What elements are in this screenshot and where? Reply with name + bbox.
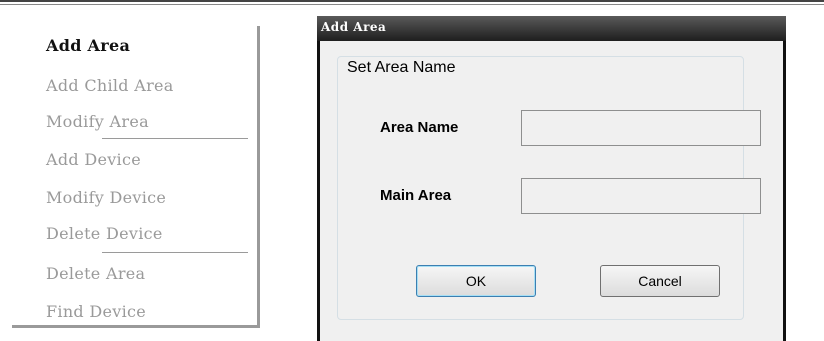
cancel-button[interactable]: Cancel	[600, 265, 720, 297]
menu-item-add-child-area: Add Child Area	[46, 76, 174, 95]
top-border-line	[0, 0, 824, 5]
menu-separator	[102, 138, 248, 140]
menu-item-modify-device: Modify Device	[46, 188, 167, 207]
main-area-label: Main Area	[380, 187, 452, 204]
menu-item-add-area[interactable]: Add Area	[46, 36, 130, 55]
menu-item-modify-area: Modify Area	[46, 112, 149, 131]
main-area-field[interactable]	[521, 178, 761, 214]
dialog-title: Add Area	[321, 20, 387, 34]
ok-button[interactable]: OK	[416, 265, 536, 297]
menu-item-add-device: Add Device	[46, 150, 142, 169]
context-menu: Add Area Add Child Area Modify Area Add …	[12, 26, 260, 328]
area-name-field[interactable]	[521, 110, 761, 146]
group-title: Set Area Name	[340, 59, 463, 77]
menu-separator	[102, 252, 248, 254]
area-name-label: Area Name	[380, 119, 459, 136]
menu-item-delete-area: Delete Area	[46, 264, 146, 283]
dialog-titlebar[interactable]: Add Area	[317, 16, 786, 41]
menu-item-delete-device: Delete Device	[46, 224, 163, 243]
menu-item-find-device: Find Device	[46, 302, 147, 321]
add-area-dialog: Add Area Set Area Name Area Name Main Ar…	[317, 16, 786, 341]
